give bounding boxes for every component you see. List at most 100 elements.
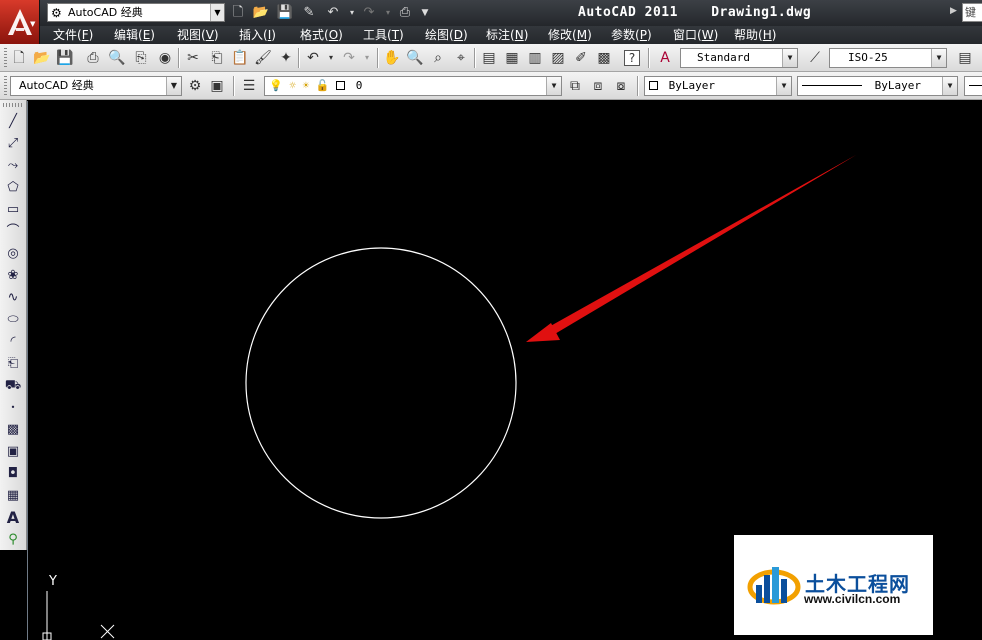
save-icon[interactable]: 💾: [276, 4, 294, 22]
3d-dwf-icon[interactable]: ◉: [156, 49, 174, 67]
polygon-icon[interactable]: ⬠: [3, 178, 23, 198]
layer-previous-icon[interactable]: ⧈: [589, 77, 607, 95]
spline-icon[interactable]: ∿: [3, 288, 23, 308]
chevron-down-icon[interactable]: ▼: [931, 49, 946, 67]
region-icon[interactable]: ◘: [3, 464, 23, 484]
drawn-circle[interactable]: [245, 247, 517, 519]
redo-icon[interactable]: ↷: [360, 4, 378, 22]
new-file-icon[interactable]: 🗋: [229, 4, 247, 22]
menu-item-7[interactable]: 标注(N): [486, 27, 528, 43]
workspace-dropdown[interactable]: ⚙ AutoCAD 经典 ▼: [47, 3, 225, 22]
undo-dropdown-icon[interactable]: ▾: [322, 49, 340, 67]
layer-viewport-icon[interactable]: ☀: [303, 79, 310, 92]
zoom-realtime-icon[interactable]: 🔍: [406, 49, 424, 67]
arc-icon[interactable]: ⌒: [3, 222, 23, 242]
make-block-icon[interactable]: ⛟: [3, 376, 23, 396]
print-icon[interactable]: ⎙: [84, 49, 102, 67]
chevron-down-icon[interactable]: ▼: [210, 4, 224, 21]
layer-on-icon[interactable]: 💡: [269, 79, 283, 92]
cut-icon[interactable]: ✂: [184, 49, 202, 67]
chevron-down-icon[interactable]: ▼: [782, 49, 797, 67]
new-icon[interactable]: 🗋: [10, 49, 28, 67]
menu-item-0[interactable]: 文件(F): [53, 27, 93, 43]
table-icon[interactable]: ▦: [3, 486, 23, 506]
add-selected-icon[interactable]: ⚲: [3, 530, 23, 550]
open-file-icon[interactable]: 📂: [252, 4, 270, 22]
dimension-style-dropdown[interactable]: ISO-25 ▼: [829, 48, 947, 68]
multiline-text-icon[interactable]: A: [3, 508, 23, 528]
redo-icon[interactable]: ↷: [340, 49, 358, 67]
workspace-settings-icon[interactable]: ⚙: [186, 77, 204, 95]
menu-item-1[interactable]: 编辑(E): [114, 27, 155, 43]
search-input[interactable]: 键: [962, 3, 982, 22]
line-icon[interactable]: ╱: [3, 112, 23, 132]
lineweight-dropdown[interactable]: [964, 76, 982, 96]
ellipse-arc-icon[interactable]: ◜: [3, 332, 23, 352]
calculator-icon[interactable]: ▩: [595, 49, 613, 67]
redo-dropdown-icon[interactable]: ▾: [379, 4, 397, 22]
polyline-icon[interactable]: ⤳: [3, 156, 23, 176]
undo-dropdown-icon[interactable]: ▾: [343, 4, 361, 22]
revision-cloud-icon[interactable]: ❀: [3, 266, 23, 286]
undo-icon[interactable]: ↶: [304, 49, 322, 67]
copy-icon[interactable]: ⎗: [208, 49, 226, 67]
menu-item-2[interactable]: 视图(V): [177, 27, 219, 43]
layer-properties-icon[interactable]: ☰: [240, 77, 258, 95]
design-center-icon[interactable]: ▦: [503, 49, 521, 67]
workspace-switch-dropdown[interactable]: AutoCAD 经典 ▼: [10, 76, 182, 96]
text-style-dropdown[interactable]: Standard ▼: [680, 48, 798, 68]
menu-item-9[interactable]: 参数(P): [611, 27, 652, 43]
open-icon[interactable]: 📂: [33, 49, 51, 67]
publish-icon[interactable]: ⎘: [132, 49, 150, 67]
save-as-icon[interactable]: ✎: [300, 4, 318, 22]
make-current-layer-icon[interactable]: ⧉: [566, 77, 584, 95]
toolbar-grip[interactable]: [4, 48, 7, 68]
menu-item-10[interactable]: 窗口(W): [673, 27, 718, 43]
paste-icon[interactable]: 📋: [231, 49, 249, 67]
block-editor-icon[interactable]: ✦: [277, 49, 295, 67]
toolbar-grip[interactable]: [4, 76, 7, 96]
save-icon[interactable]: 💾: [56, 49, 74, 67]
linetype-dropdown[interactable]: ByLayer ▼: [797, 76, 958, 96]
layer-lock-icon[interactable]: 🔓: [316, 79, 330, 92]
properties-icon[interactable]: ▤: [480, 49, 498, 67]
application-menu-button[interactable]: ▼: [0, 0, 40, 44]
color-dropdown[interactable]: ByLayer ▼: [644, 76, 792, 96]
layer-dropdown[interactable]: 💡 ☼ ☀ 🔓 0 ▼: [264, 76, 562, 96]
plot-icon[interactable]: ⎙: [396, 4, 414, 22]
circle-icon[interactable]: ◎: [3, 244, 23, 264]
chevron-right-icon[interactable]: ▶: [950, 6, 957, 16]
help-icon[interactable]: ?: [624, 50, 640, 66]
text-style-icon[interactable]: A: [656, 49, 674, 67]
undo-icon[interactable]: ↶: [324, 4, 342, 22]
ellipse-icon[interactable]: ⬭: [3, 310, 23, 330]
chevron-down-icon[interactable]: ▼: [166, 77, 181, 95]
toolbar-grip[interactable]: [3, 103, 23, 107]
quick-access-menu-icon[interactable]: ▼: [416, 4, 434, 22]
insert-block-icon[interactable]: ⎗: [3, 354, 23, 374]
pan-icon[interactable]: ✋: [383, 49, 401, 67]
menu-item-11[interactable]: 帮助(H): [734, 27, 776, 43]
chevron-down-icon[interactable]: ▼: [546, 77, 561, 95]
table-style-icon[interactable]: ▤: [956, 49, 974, 67]
zoom-window-icon[interactable]: ⌕: [429, 49, 447, 67]
menu-item-6[interactable]: 绘图(D): [425, 27, 468, 43]
gradient-icon[interactable]: ▣: [3, 442, 23, 462]
menu-item-5[interactable]: 工具(T): [363, 27, 404, 43]
chevron-down-icon[interactable]: ▼: [776, 77, 791, 95]
layer-state-icon[interactable]: ⧇: [612, 77, 630, 95]
dimension-style-icon[interactable]: ⟋: [806, 49, 824, 67]
zoom-previous-icon[interactable]: ⌖: [452, 49, 470, 67]
hatch-icon[interactable]: ▩: [3, 420, 23, 440]
menu-item-8[interactable]: 修改(M): [548, 27, 592, 43]
clean-screen-icon[interactable]: ▣: [208, 77, 226, 95]
chevron-down-icon[interactable]: ▼: [942, 77, 957, 95]
rectangle-icon[interactable]: ▭: [3, 200, 23, 220]
markup-icon[interactable]: ✐: [572, 49, 590, 67]
menu-item-4[interactable]: 格式(O): [300, 27, 343, 43]
match-properties-icon[interactable]: 🖌: [254, 49, 272, 67]
point-icon[interactable]: •: [3, 398, 23, 418]
redo-dropdown-icon[interactable]: ▾: [358, 49, 376, 67]
construction-line-icon[interactable]: ⤢: [3, 134, 23, 154]
layer-freeze-icon[interactable]: ☼: [289, 79, 296, 92]
